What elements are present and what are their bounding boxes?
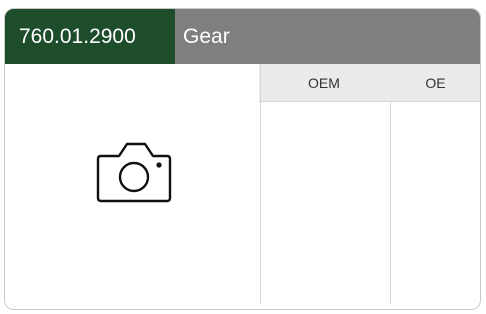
- camera-icon: [96, 142, 172, 203]
- product-card: 760.01.2900 Gear OEM OE: [4, 8, 481, 310]
- card-header: 760.01.2900 Gear: [5, 9, 480, 64]
- product-image-placeholder: [5, 64, 259, 309]
- table-header-row: OEM OE: [259, 64, 480, 102]
- column-divider: [260, 64, 261, 304]
- column-header-oe: OE: [425, 75, 446, 91]
- column-header-oem: OEM: [308, 75, 340, 91]
- part-name-label: Gear: [183, 25, 230, 48]
- part-number-label: 760.01.2900: [5, 9, 175, 64]
- column-divider: [390, 102, 391, 304]
